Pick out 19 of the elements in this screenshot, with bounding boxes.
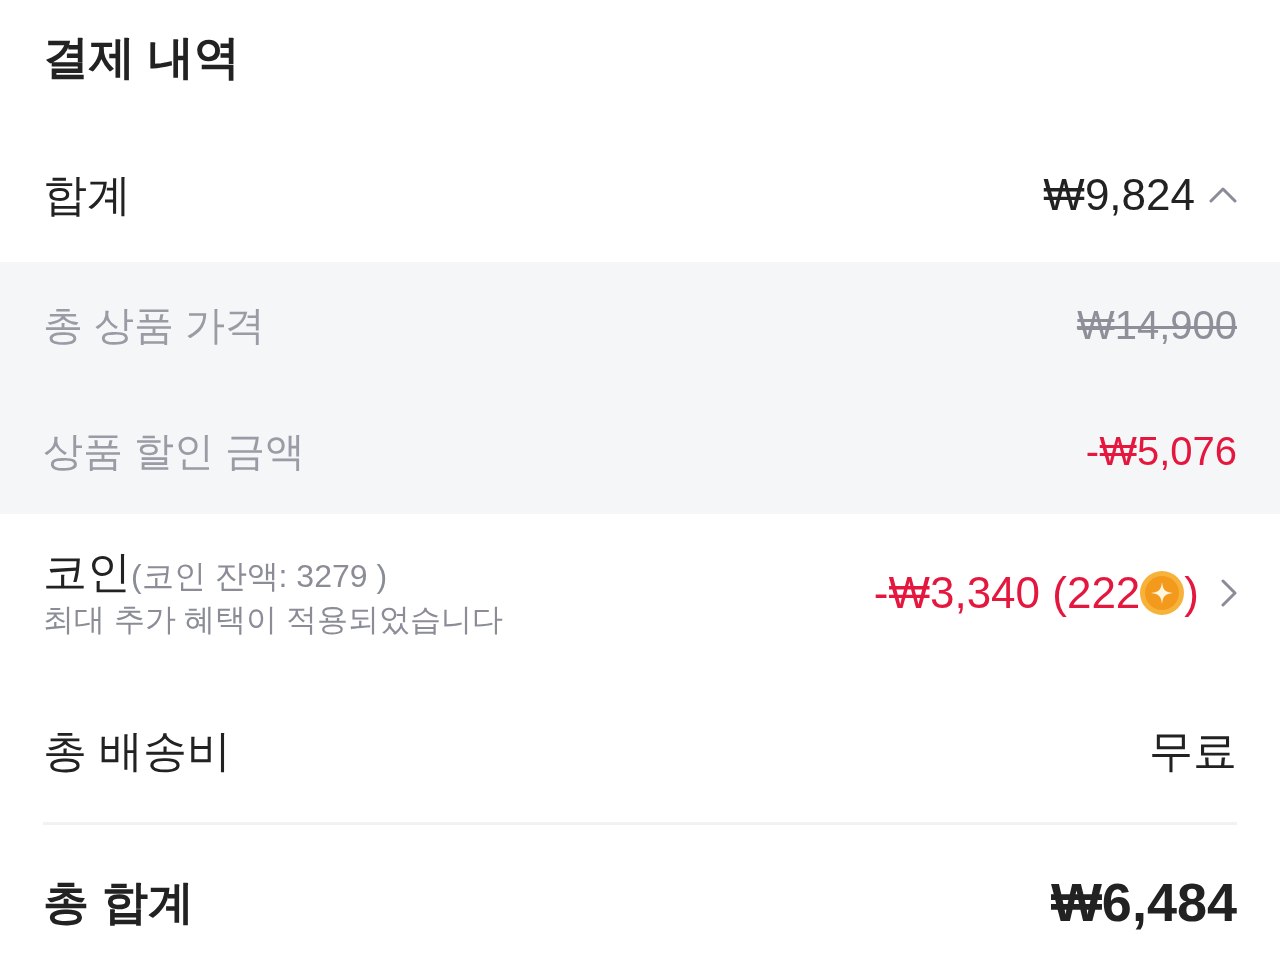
- coin-discount-value: -₩3,340 (222: [873, 567, 1141, 619]
- breakdown-label: 상품 할인 금액: [43, 428, 306, 475]
- chevron-up-icon[interactable]: [1209, 187, 1237, 203]
- coin-icon: [1140, 571, 1185, 615]
- total-value: ₩6,484: [1050, 873, 1237, 931]
- section-title: 결제 내역: [43, 30, 241, 85]
- original-price-value: ₩14,900: [1076, 302, 1237, 349]
- subtotal-value: ₩9,824: [1043, 169, 1195, 221]
- total-label: 총 합계: [43, 875, 194, 930]
- breakdown-label: 총 상품 가격: [43, 302, 266, 349]
- discount-value: -₩5,076: [1085, 428, 1237, 475]
- shipping-value: 무료: [1149, 725, 1237, 777]
- coin-discount-end: ): [1184, 567, 1199, 619]
- chevron-right-icon[interactable]: [1221, 579, 1237, 607]
- coin-note: 최대 추가 혜택이 적용되었습니다: [43, 602, 503, 638]
- coin-label: 코인: [43, 548, 131, 596]
- subtotal-label: 합계: [43, 169, 131, 221]
- shipping-label: 총 배송비: [43, 725, 232, 777]
- coin-balance: (코인 잔액: 3279 ): [131, 557, 388, 596]
